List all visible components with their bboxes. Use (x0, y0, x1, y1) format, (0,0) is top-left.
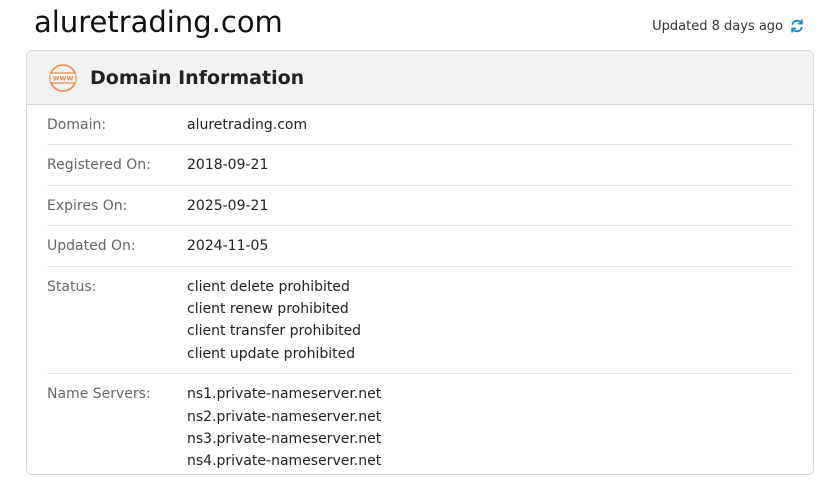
row-label: Updated On: (47, 238, 136, 255)
value-line: client update prohibited (187, 345, 356, 362)
info-row-name-servers: Name Servers: ns1.private-nameserver.net… (47, 374, 793, 474)
row-label: Registered On: (47, 157, 151, 174)
value-line: client transfer prohibited (187, 323, 362, 340)
info-row-status: Status: client delete prohibited client … (47, 267, 793, 375)
value-line: aluretrading.com (187, 117, 308, 133)
row-label: Domain: (47, 117, 107, 133)
row-value: aluretrading.com (187, 114, 307, 136)
value-line: 2018-09-21 (187, 157, 269, 174)
value-line: 2025-09-21 (187, 197, 269, 214)
row-value: client delete prohibited client renew pr… (187, 276, 361, 366)
info-row-domain: Domain: aluretrading.com (47, 105, 793, 146)
refresh-icon[interactable] (789, 18, 805, 34)
row-label: Expires On: (47, 197, 128, 214)
row-value: 2024-11-05 (187, 235, 268, 257)
row-value: ns1.private-nameserver.net ns2.private-n… (187, 383, 381, 473)
row-value: 2025-09-21 (187, 195, 268, 217)
info-row-expires: Expires On: 2025-09-21 (47, 186, 793, 227)
row-value: 2018-09-21 (187, 154, 268, 176)
row-label: Status: (47, 278, 97, 295)
value-line: client delete prohibited (187, 278, 350, 295)
svg-text:www: www (53, 73, 74, 82)
row-label: Name Servers: (47, 386, 151, 403)
value-line: 2024-11-05 (187, 238, 269, 255)
value-line: ns4.private-nameserver.net (187, 453, 382, 470)
page-title: aluretrading.com (34, 5, 283, 39)
info-row-updated: Updated On: 2024-11-05 (47, 226, 793, 267)
card-title: Domain Information (90, 66, 305, 89)
updated-text: Updated 8 days ago (652, 18, 783, 34)
value-line: ns1.private-nameserver.net (187, 386, 382, 403)
info-row-registered: Registered On: 2018-09-21 (47, 145, 793, 186)
domain-info-card: www Domain Information Domain: aluretrad… (26, 50, 814, 475)
value-line: ns3.private-nameserver.net (187, 431, 382, 448)
card-header: www Domain Information (27, 51, 813, 105)
info-rows: Domain: aluretrading.com Registered On: … (27, 105, 813, 474)
www-globe-icon: www (48, 63, 78, 93)
value-line: ns2.private-nameserver.net (187, 408, 382, 425)
updated-status: Updated 8 days ago (652, 18, 805, 34)
value-line: client renew prohibited (187, 301, 349, 318)
